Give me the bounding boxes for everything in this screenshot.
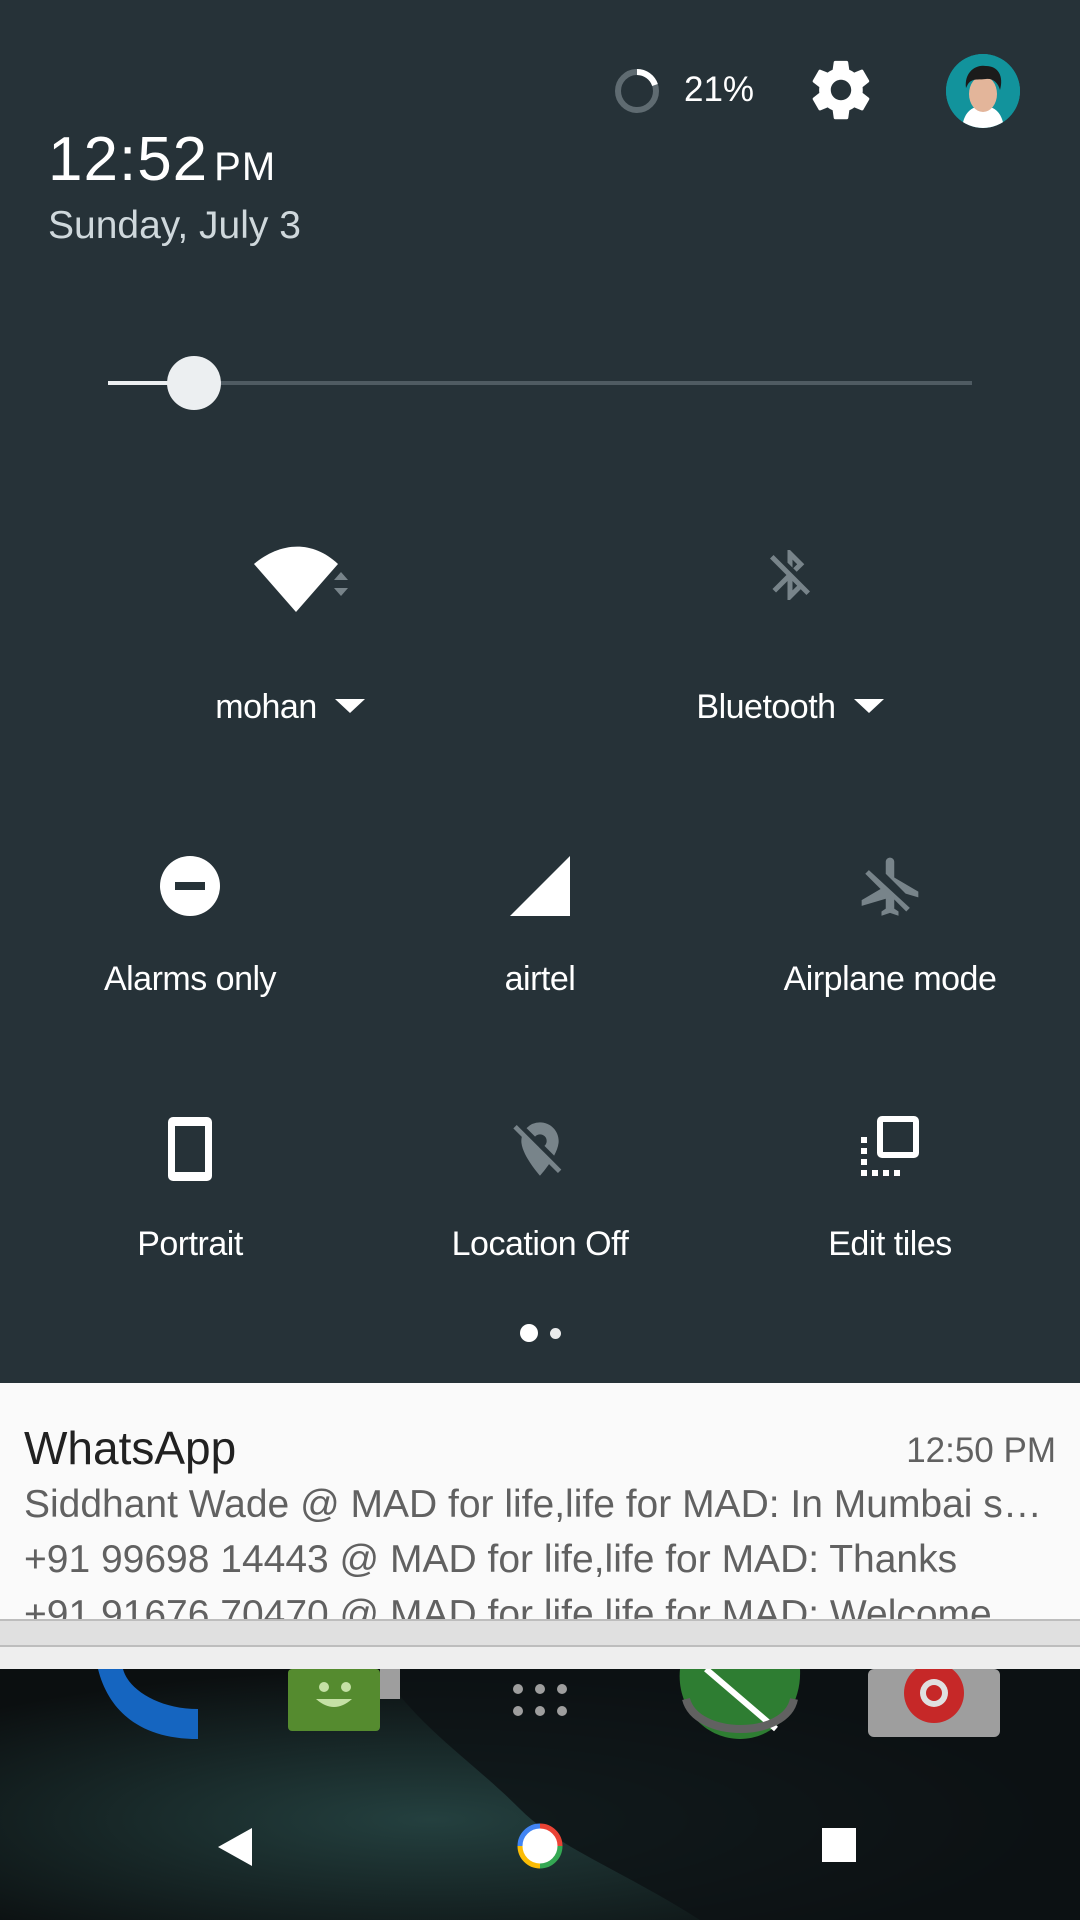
battery-icon[interactable] xyxy=(612,66,662,116)
clock[interactable]: 12:52 PM xyxy=(48,124,276,195)
phone-portrait-icon xyxy=(168,1117,212,1181)
battery-percent[interactable]: 21% xyxy=(684,70,754,110)
navigation-bar xyxy=(0,1770,1080,1920)
edit-tiles-icon xyxy=(861,1116,919,1176)
wifi-dropdown-arrow-icon[interactable] xyxy=(334,699,365,714)
bluetooth-dropdown-arrow-icon[interactable] xyxy=(853,699,884,714)
brightness-slider-thumb[interactable] xyxy=(167,356,222,410)
bluetooth-label: Bluetooth xyxy=(696,688,836,726)
notification-time: 12:50 PM xyxy=(906,1431,1056,1470)
clock-time: 12:52 xyxy=(48,125,209,194)
notification-stack-edge xyxy=(0,1619,1080,1645)
do-not-disturb-icon xyxy=(160,856,220,916)
user-avatar[interactable] xyxy=(946,54,1020,128)
airplane-off-icon xyxy=(861,857,919,916)
phone-app-icon[interactable] xyxy=(88,1669,208,1749)
messenger-app-icon[interactable] xyxy=(288,1669,400,1749)
tile-edit[interactable]: Edit tiles xyxy=(750,1115,1030,1285)
camera-app-icon[interactable] xyxy=(868,1669,1000,1741)
notification-message: +91 99698 14443 @ MAD for life,life for … xyxy=(24,1538,958,1581)
wifi-icon[interactable] xyxy=(250,540,360,620)
bluetooth-off-icon[interactable] xyxy=(760,540,820,610)
notification-stack-edge xyxy=(0,1645,1080,1671)
tile-location-label: Location Off xyxy=(451,1225,629,1263)
page-dot[interactable] xyxy=(549,1327,561,1339)
user-avatar-icon xyxy=(946,54,1020,128)
recents-button-icon[interactable] xyxy=(822,1828,856,1862)
tile-wifi[interactable]: mohan xyxy=(180,530,410,750)
back-button-icon[interactable] xyxy=(216,1826,254,1868)
tile-bluetooth[interactable]: Bluetooth xyxy=(660,530,920,750)
tile-edit-label: Edit tiles xyxy=(828,1225,952,1263)
tile-do-not-disturb[interactable]: Alarms only xyxy=(50,850,330,1020)
tile-location[interactable]: Location Off xyxy=(400,1115,680,1285)
settings-gear-icon[interactable] xyxy=(806,55,876,125)
home-screen-background xyxy=(0,1669,1080,1920)
tile-rotation-label: Portrait xyxy=(137,1225,243,1263)
tile-cellular[interactable]: airtel xyxy=(400,850,680,1020)
notification-message: +91 91676 70470 @ MAD for life,life for … xyxy=(24,1593,992,1619)
tile-cellular-label: airtel xyxy=(504,960,576,998)
app-drawer-icon[interactable] xyxy=(510,1683,570,1723)
browser-app-icon[interactable] xyxy=(676,1669,806,1749)
tile-airplane-mode-label: Airplane mode xyxy=(783,960,997,998)
tile-do-not-disturb-label: Alarms only xyxy=(103,960,277,998)
notification-message: Siddhant Wade @ MAD for life,life for MA… xyxy=(24,1483,1054,1526)
home-button-icon[interactable] xyxy=(516,1822,564,1870)
page-indicator xyxy=(0,1324,1080,1342)
wifi-network-name: mohan xyxy=(215,688,317,726)
notification-app-name: WhatsApp xyxy=(24,1422,237,1474)
page-dot-active[interactable] xyxy=(519,1324,538,1342)
tile-bluetooth-label[interactable]: Bluetooth xyxy=(660,688,920,727)
tile-wifi-label[interactable]: mohan xyxy=(160,688,420,727)
date[interactable]: Sunday, July 3 xyxy=(48,204,301,248)
notification-whatsapp[interactable]: WhatsApp 12:50 PM Siddhant Wade @ MAD fo… xyxy=(0,1383,1080,1619)
quick-settings-panel: 21% 12:52 PM Sunday, July 3 mohan Blueto… xyxy=(0,0,1080,1383)
clock-ampm: PM xyxy=(214,145,277,189)
signal-icon xyxy=(510,856,570,916)
brightness-slider-track[interactable] xyxy=(108,381,972,385)
tile-rotation[interactable]: Portrait xyxy=(50,1115,330,1285)
tile-airplane-mode[interactable]: Airplane mode xyxy=(750,850,1030,1020)
location-off-icon xyxy=(513,1122,562,1176)
